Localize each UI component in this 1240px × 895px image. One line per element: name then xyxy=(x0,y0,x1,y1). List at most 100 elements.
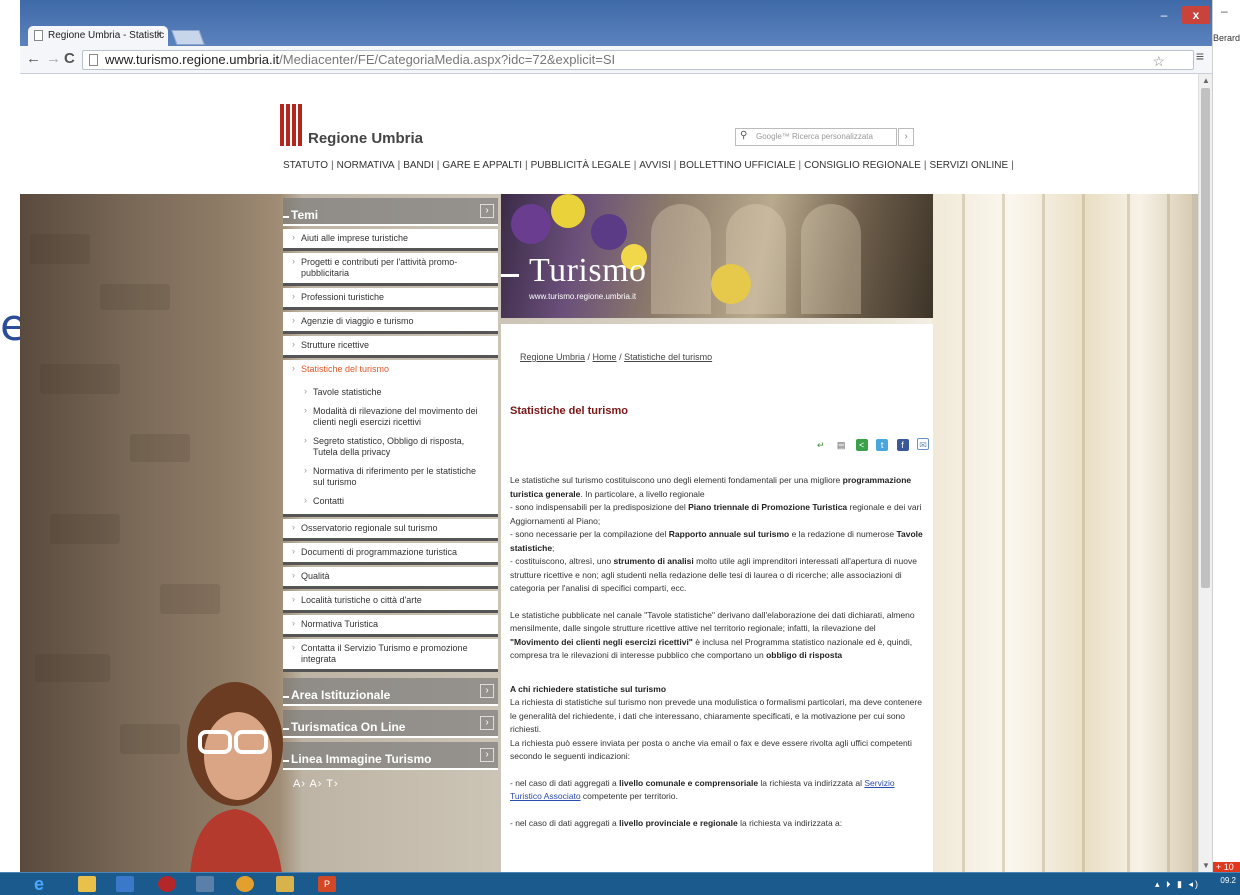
internet-explorer-icon[interactable]: e xyxy=(34,874,44,895)
new-tab-button[interactable] xyxy=(171,30,205,45)
sidebar-head-linea-immagine[interactable]: Linea Immagine Turismo › xyxy=(282,742,498,770)
text: - nel caso di dati aggregati a xyxy=(510,777,620,788)
site-name[interactable]: Regione Umbria xyxy=(308,130,423,147)
text: la richiesta va indirizzata a: xyxy=(737,817,843,828)
sidebar-head-label: Temi xyxy=(282,208,319,222)
twitter-icon[interactable]: t xyxy=(876,439,889,451)
text-bold: obbligo di risposta xyxy=(766,650,843,660)
page-icon xyxy=(34,30,43,41)
woman-with-sunglasses-image xyxy=(187,682,283,872)
sidebar-subitem-normativa[interactable]: Normativa di riferimento per le statisti… xyxy=(283,462,498,492)
scrollbar-thumb[interactable] xyxy=(1201,88,1210,588)
paragraph-1: Le statistiche sul turismo costituiscono… xyxy=(510,474,925,596)
sidebar-item-normativa-turistica[interactable]: Normativa Turistica xyxy=(283,615,498,637)
browser-window: Regione Umbria - Statistic × – □ x ← → C… xyxy=(20,0,1212,872)
topnav-gare[interactable]: GARE E APPALTI xyxy=(442,160,522,171)
bookmark-star-icon[interactable]: ☆ xyxy=(1152,53,1165,70)
main-content: Regione Umbria / Home / Statistiche del … xyxy=(501,324,933,872)
text: La richiesta di statistiche sul turismo … xyxy=(510,697,922,734)
font-size-controls[interactable]: A› A› T› xyxy=(283,778,498,800)
taskbar: e P ▴ ⏵ ▮ ◂) 09.2 xyxy=(0,872,1240,895)
sidebar-item-professioni[interactable]: Professioni turistiche xyxy=(283,288,498,310)
chrome-icon[interactable] xyxy=(236,876,254,892)
facebook-icon[interactable]: f xyxy=(896,439,909,451)
regione-umbria-logo[interactable] xyxy=(280,104,304,146)
sidebar-item-localita[interactable]: Località turistiche o città d'arte xyxy=(283,591,498,613)
tab-title: Regione Umbria - Statistic xyxy=(48,30,165,41)
scroll-down-icon[interactable]: ▼ xyxy=(1202,861,1210,870)
breadcrumb-home[interactable]: Home xyxy=(593,352,617,362)
text: - sono necessarie per la compilazione de… xyxy=(510,529,669,539)
sidebar-item-aiuti[interactable]: Aiuti alle imprese turistiche xyxy=(283,229,498,251)
app-icon[interactable] xyxy=(116,876,134,892)
breadcrumb-current[interactable]: Statistiche del turismo xyxy=(624,352,712,362)
file-explorer-icon[interactable] xyxy=(78,876,96,892)
sidebar-item-contatta[interactable]: Contatta il Servizio Turismo e promozion… xyxy=(283,639,498,672)
folder-icon[interactable] xyxy=(276,876,294,892)
text: - sono indispensabili per la predisposiz… xyxy=(510,502,689,512)
sidebar-head-area-istituzionale[interactable]: Area Istituzionale › xyxy=(282,678,498,706)
sidebar-item-statistiche[interactable]: Statistiche del turismo xyxy=(283,360,498,379)
text-bold: "Movimento dei clienti negli esercizi ri… xyxy=(510,636,693,647)
browser-tab[interactable]: Regione Umbria - Statistic × xyxy=(28,26,168,46)
nav-separator: | xyxy=(633,160,637,171)
sidebar-subitem-tavole[interactable]: Tavole statistiche xyxy=(283,383,498,402)
minimize-button[interactable]: – xyxy=(1153,6,1175,24)
back-link-icon[interactable]: ↵ xyxy=(815,439,827,451)
topnav-consiglio[interactable]: CONSIGLIO REGIONALE xyxy=(804,160,921,171)
sidebar-item-osservatorio[interactable]: Osservatorio regionale sul turismo xyxy=(283,519,498,541)
topnav-normativa[interactable]: NORMATIVA xyxy=(337,160,395,171)
email-icon[interactable]: ✉ xyxy=(917,438,929,450)
acrobat-icon[interactable] xyxy=(158,876,176,892)
forward-arrow-icon[interactable]: → xyxy=(46,50,61,67)
back-arrow-icon[interactable]: ← xyxy=(26,50,41,67)
window-icon[interactable] xyxy=(196,876,214,892)
nav-separator: | xyxy=(798,160,802,171)
sidebar-subitem-contatti[interactable]: Contatti xyxy=(283,492,498,511)
nav-separator: | xyxy=(397,160,401,171)
print-icon[interactable]: ▤ xyxy=(835,439,847,451)
sidebar-item-agenzie[interactable]: Agenzie di viaggio e turismo xyxy=(283,312,498,334)
chevron-right-icon[interactable]: › xyxy=(480,748,494,762)
vertical-scrollbar[interactable]: ▲ ▼ xyxy=(1198,74,1212,872)
chevron-right-icon[interactable]: › xyxy=(480,716,494,730)
clock[interactable]: 09.2 xyxy=(1220,876,1236,885)
close-window-button[interactable]: x xyxy=(1182,6,1210,24)
topnav-bandi[interactable]: BANDI xyxy=(403,160,434,171)
breadcrumb-regione[interactable]: Regione Umbria xyxy=(520,352,585,362)
tab-close-icon[interactable]: × xyxy=(156,29,162,40)
sidebar-subitem-segreto[interactable]: Segreto statistico, Obbligo di risposta,… xyxy=(283,432,498,462)
paragraph-2: Le statistiche pubblicate nel canale "Ta… xyxy=(510,609,925,663)
paragraph-4: - nel caso di dati aggregati a livello c… xyxy=(510,777,925,804)
browser-menu-icon[interactable]: ≡ xyxy=(1196,48,1204,64)
search-input[interactable]: ⚲ Google™ Ricerca personalizzata › xyxy=(735,128,914,146)
address-bar[interactable]: www.turismo.regione.umbria.it/Mediacente… xyxy=(82,50,1194,70)
text: e la redazione di numerose xyxy=(789,529,897,539)
nav-separator: | xyxy=(436,160,440,171)
sidebar-head-turismatica[interactable]: Turismatica On Line › xyxy=(282,710,498,738)
share-icon[interactable]: < xyxy=(855,439,868,451)
text: La richiesta può essere inviata per post… xyxy=(510,737,912,762)
sidebar-item-strutture[interactable]: Strutture ricettive xyxy=(283,336,498,358)
sidebar-subitem-modalita[interactable]: Modalità di rilevazione del movimento de… xyxy=(283,402,498,432)
topnav-statuto[interactable]: STATUTO xyxy=(283,160,328,171)
system-tray[interactable]: ▴ ⏵ ▮ ◂) xyxy=(1155,879,1200,890)
scroll-up-icon[interactable]: ▲ xyxy=(1202,76,1210,85)
reload-icon[interactable]: C xyxy=(64,50,75,67)
sidebar-item-documenti[interactable]: Documenti di programmazione turistica xyxy=(283,543,498,565)
breadcrumb: Regione Umbria / Home / Statistiche del … xyxy=(520,352,712,362)
chevron-right-icon[interactable]: › xyxy=(480,684,494,698)
sidebar-head-temi[interactable]: Temi › xyxy=(282,198,498,226)
search-go-button[interactable]: › xyxy=(898,128,914,146)
text: . In particolare, a livello regionale xyxy=(580,488,705,499)
topnav-avvisi[interactable]: AVVISI xyxy=(639,160,671,171)
sidebar-item-qualita[interactable]: Qualità xyxy=(283,567,498,589)
article-body: Le statistiche sul turismo costituiscono… xyxy=(510,474,925,843)
topnav-bollettino[interactable]: BOLLETTINO UFFICIALE xyxy=(679,160,795,171)
topnav-servizi[interactable]: SERVIZI ONLINE xyxy=(929,160,1008,171)
sidebar-head-label: Area Istituzionale xyxy=(282,688,391,702)
powerpoint-icon[interactable]: P xyxy=(318,876,336,892)
topnav-pubblicita[interactable]: PUBBLICITÀ LEGALE xyxy=(531,160,631,171)
sidebar-item-progetti[interactable]: Progetti e contributi per l'attività pro… xyxy=(283,253,498,286)
chevron-right-icon[interactable]: › xyxy=(480,204,494,218)
